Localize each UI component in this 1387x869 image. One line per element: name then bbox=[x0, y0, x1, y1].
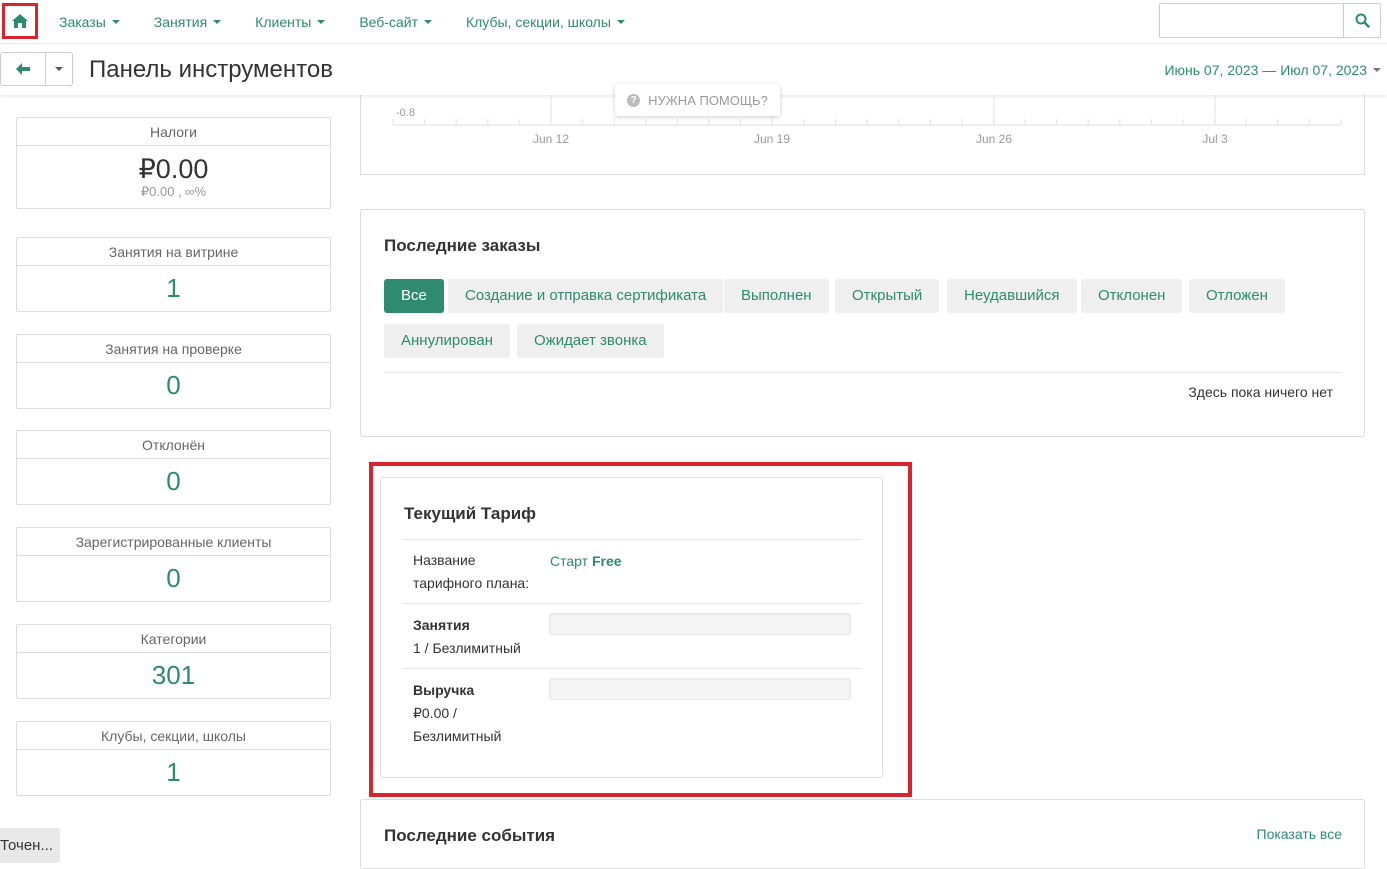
chevron-down-icon bbox=[1373, 68, 1381, 72]
x-tick-label: Jun 19 bbox=[754, 132, 790, 146]
nav-orders[interactable]: Заказы bbox=[59, 14, 120, 30]
page-title: Панель инструментов bbox=[89, 56, 333, 83]
back-dropdown-button[interactable] bbox=[45, 52, 73, 86]
stat-registered-clients[interactable]: Зарегистрированные клиенты 0 bbox=[16, 527, 331, 602]
stat-classes-review[interactable]: Занятия на проверке 0 bbox=[16, 334, 331, 409]
filter-completed[interactable]: Выполнен bbox=[724, 279, 829, 313]
panel-title: Текущий Тариф bbox=[404, 504, 537, 523]
home-button[interactable] bbox=[2, 3, 38, 39]
revenue-progress-bar bbox=[549, 678, 851, 700]
main-nav: Заказы Занятия Клиенты Веб-сайт Клубы, с… bbox=[59, 0, 659, 44]
filter-cancelled[interactable]: Аннулирован bbox=[384, 324, 510, 358]
back-button[interactable] bbox=[0, 52, 46, 86]
divider bbox=[404, 539, 860, 540]
show-all-link[interactable]: Показать все bbox=[1257, 826, 1342, 842]
nav-clients[interactable]: Клиенты bbox=[255, 14, 326, 30]
top-navbar: Заказы Занятия Клиенты Веб-сайт Клубы, с… bbox=[0, 0, 1387, 44]
revenue-usage-label: Выручка ₽0.00 / Безлимитный bbox=[413, 682, 502, 744]
filter-postponed[interactable]: Отложен bbox=[1189, 279, 1285, 313]
plan-name-value: Старт Free bbox=[550, 553, 622, 569]
search-icon bbox=[1355, 13, 1370, 28]
nav-clubs[interactable]: Клубы, секции, школы bbox=[466, 14, 625, 30]
chevron-down-icon bbox=[55, 67, 63, 71]
plan-name-label: Название тарифного плана: bbox=[413, 552, 530, 591]
question-icon: ? bbox=[627, 93, 641, 107]
date-range-picker[interactable]: Июнь 07, 2023 — Июл 07, 2023 bbox=[1164, 62, 1381, 78]
chevron-down-icon bbox=[213, 20, 222, 24]
filter-certificate[interactable]: Создание и отправка сертификата bbox=[448, 279, 724, 313]
chevron-down-icon bbox=[616, 20, 625, 24]
stat-classes-showcase[interactable]: Занятия на витрине 1 bbox=[16, 237, 331, 312]
bottom-left-button[interactable]: Точен... bbox=[0, 828, 60, 863]
recent-orders-panel: Последние заказы Все Создание и отправка… bbox=[360, 209, 1365, 437]
arrow-left-icon bbox=[16, 63, 30, 75]
filter-failed[interactable]: Неудавшийся bbox=[947, 279, 1077, 313]
x-tick-label: Jul 3 bbox=[1202, 132, 1228, 146]
current-tariff-panel: Текущий Тариф Название тарифного плана: … bbox=[380, 477, 883, 778]
divider bbox=[404, 668, 860, 669]
filter-awaiting-call[interactable]: Ожидает звонка bbox=[517, 324, 664, 358]
y-tick-label: -0.8 bbox=[396, 107, 415, 119]
help-button[interactable]: ? НУЖНА ПОМОЩЬ? bbox=[615, 84, 780, 116]
panel-title: Последние заказы bbox=[384, 236, 541, 255]
filter-open[interactable]: Открытый bbox=[835, 279, 940, 313]
stat-taxes: Налоги ₽0.00 ₽0.00 , ∞% bbox=[16, 117, 331, 209]
recent-events-panel: Последние события Показать все bbox=[360, 799, 1365, 869]
stat-rejected[interactable]: Отклонён 0 bbox=[16, 430, 331, 505]
nav-website[interactable]: Веб-сайт bbox=[359, 14, 432, 30]
filter-declined[interactable]: Отклонен bbox=[1081, 279, 1183, 313]
empty-state-text: Здесь пока ничего нет bbox=[1188, 384, 1333, 400]
chevron-down-icon bbox=[423, 20, 432, 24]
filter-all[interactable]: Все bbox=[384, 279, 444, 313]
stat-clubs[interactable]: Клубы, секции, школы 1 bbox=[16, 721, 331, 796]
classes-usage-label: Занятия 1 / Безлимитный bbox=[413, 617, 521, 656]
x-tick-label: Jun 12 bbox=[533, 132, 569, 146]
divider bbox=[384, 372, 1342, 373]
chevron-down-icon bbox=[317, 20, 326, 24]
nav-classes[interactable]: Занятия bbox=[154, 14, 222, 30]
search-button[interactable] bbox=[1343, 3, 1381, 38]
stat-categories[interactable]: Категории 301 bbox=[16, 624, 331, 699]
chevron-down-icon bbox=[111, 20, 120, 24]
classes-progress-bar bbox=[549, 613, 851, 635]
home-icon bbox=[12, 14, 28, 28]
divider bbox=[404, 603, 860, 604]
search-input[interactable] bbox=[1159, 3, 1344, 38]
panel-title: Последние события bbox=[384, 826, 556, 845]
x-tick-label: Jun 26 bbox=[976, 132, 1012, 146]
